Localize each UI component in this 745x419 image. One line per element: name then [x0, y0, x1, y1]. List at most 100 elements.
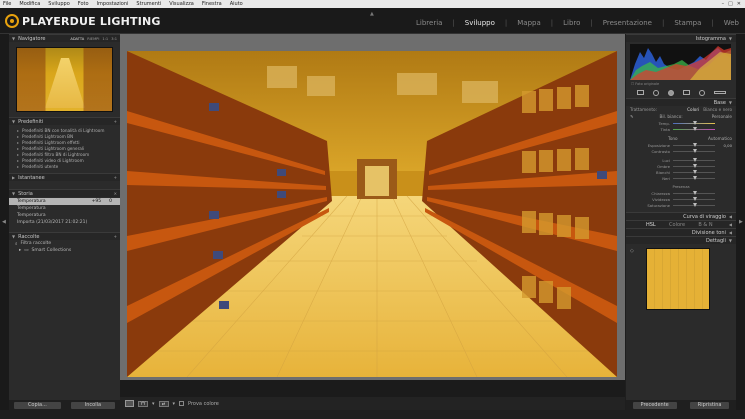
collections-header[interactable]: ▼ Raccolte +	[9, 232, 120, 240]
triangle-down-icon: ▼	[728, 238, 732, 243]
eyedropper-icon[interactable]: ✎	[630, 114, 634, 119]
zoom-3-1[interactable]: 3:1	[111, 37, 117, 41]
slider-knob[interactable]	[693, 148, 697, 153]
photo-preview[interactable]	[127, 51, 617, 377]
histogram[interactable]	[630, 44, 731, 80]
auto-tone-button[interactable]: Automatico	[708, 136, 732, 141]
saturation-slider[interactable]: Saturazione	[626, 202, 736, 208]
reset-button[interactable]: Ripristina	[689, 401, 730, 409]
smart-collections-folder[interactable]: ▸ ▭ Smart Collections	[9, 247, 120, 254]
clear-history-icon[interactable]: ✕	[114, 191, 117, 196]
detail-preview[interactable]	[645, 248, 710, 310]
window-controls: – □ ✕	[722, 1, 741, 7]
collapse-top-icon[interactable]: ▲	[370, 11, 374, 17]
menu-impostazioni[interactable]: Impostazioni	[97, 1, 129, 7]
target-icon[interactable]: ◇	[630, 248, 634, 254]
treatment-color-option[interactable]: Colori	[687, 107, 699, 112]
collapse-right-icon[interactable]: ▶	[739, 219, 743, 225]
menu-aiuto[interactable]: Aiuto	[230, 1, 243, 7]
hsl-header[interactable]: HSL Colore B & N ◀	[626, 220, 736, 228]
left-panel-edge[interactable]: ◀	[0, 34, 9, 410]
crop-tool-icon[interactable]	[636, 90, 644, 95]
split-toning-header[interactable]: Divisione toni ◀	[626, 228, 736, 236]
menu-modifica[interactable]: Modifica	[19, 1, 40, 7]
chevron-down-icon[interactable]: ▾	[173, 401, 176, 407]
paste-button[interactable]: Incolla	[70, 401, 116, 409]
supermarket-aisle-photo	[127, 51, 617, 377]
collapse-left-icon[interactable]: ◀	[2, 219, 6, 225]
history-list: Temperatura +95 0 Temperatura Temperatur…	[9, 197, 120, 226]
zoom-1-1[interactable]: 1:1	[102, 37, 108, 41]
preset-folder[interactable]: ▸ Predefiniti utente	[17, 163, 120, 169]
tint-slider[interactable]: Tinta	[626, 126, 736, 132]
before-after-icon[interactable]: YY	[138, 400, 148, 407]
history-header[interactable]: ▼ Storia ✕	[9, 189, 120, 197]
menu-finestra[interactable]: Finestra	[202, 1, 222, 7]
graduated-filter-icon[interactable]	[682, 90, 690, 95]
hsl-bw-tab[interactable]: B & N	[698, 222, 712, 228]
module-presentazione[interactable]: Presentazione	[603, 19, 652, 27]
add-snapshot-icon[interactable]: +	[114, 175, 117, 180]
loupe-view-icon[interactable]	[125, 400, 134, 407]
menu-sviluppo[interactable]: Sviluppo	[48, 1, 70, 7]
softproof-checkbox[interactable]	[179, 401, 185, 406]
tone-curve-header[interactable]: Curva di viraggio ◀	[626, 212, 736, 220]
menu-foto[interactable]: Foto	[78, 1, 89, 7]
minimize-icon[interactable]: –	[722, 1, 725, 7]
slider-knob[interactable]	[693, 142, 697, 147]
history-item[interactable]: Temperatura +95 0	[9, 198, 120, 205]
right-panel-edge[interactable]: ▶	[736, 34, 745, 410]
presets-header[interactable]: ▼ Predefiniti +	[9, 117, 120, 125]
slider-knob[interactable]	[693, 126, 697, 131]
module-mappa[interactable]: Mappa	[517, 19, 541, 27]
history-item[interactable]: Importa (21/03/2017 21:02:21)	[9, 219, 120, 226]
hsl-tab[interactable]: HSL	[646, 222, 656, 228]
right-panel: Istogramma ▼ ☐ Foto originale Base ▼ Tra…	[626, 34, 736, 410]
menu-visualizza[interactable]: Visualizza	[169, 1, 194, 7]
wb-select[interactable]: Personale	[712, 114, 732, 119]
add-preset-icon[interactable]: +	[114, 119, 117, 124]
previous-button[interactable]: Precedente	[632, 401, 677, 409]
navigator-header[interactable]: ▼ Navigatore ADATTA RIEMPI 1:1 3:1	[9, 34, 120, 42]
slider-knob[interactable]	[693, 175, 697, 180]
slider-knob[interactable]	[693, 157, 697, 162]
history-item[interactable]: Temperatura	[9, 205, 120, 212]
module-sviluppo[interactable]: Sviluppo	[465, 19, 495, 27]
hsl-color-tab[interactable]: Colore	[669, 222, 685, 228]
radial-filter-icon[interactable]	[698, 89, 705, 96]
module-libreria[interactable]: Libreria	[416, 19, 442, 27]
basic-header[interactable]: Base ▼	[626, 98, 736, 106]
contrast-slider[interactable]: Contrasto	[626, 148, 736, 154]
menu-strumenti[interactable]: Strumenti	[136, 1, 161, 7]
blacks-slider[interactable]: Neri	[626, 175, 736, 181]
add-collection-icon[interactable]: +	[114, 234, 117, 239]
detail-header[interactable]: Dettagli ▼	[626, 236, 736, 244]
adjustment-brush-icon[interactable]	[713, 91, 726, 94]
slider-knob[interactable]	[693, 120, 697, 125]
slider-knob[interactable]	[693, 202, 697, 207]
snapshots-header[interactable]: ▶ Istantanee +	[9, 173, 120, 181]
slider-knob[interactable]	[693, 190, 697, 195]
menu-file[interactable]: File	[3, 1, 11, 7]
triangle-down-icon: ▼	[728, 100, 732, 105]
history-item[interactable]: Temperatura	[9, 212, 120, 219]
zoom-fit[interactable]: ADATTA	[70, 37, 84, 41]
module-stampa[interactable]: Stampa	[674, 19, 701, 27]
chevron-down-icon[interactable]: ▾	[152, 401, 155, 407]
slider-knob[interactable]	[693, 196, 697, 201]
before-after-swap-icon[interactable]: ⇄	[158, 400, 169, 407]
filter-collections[interactable]: ⌕ Filtra raccolte	[9, 240, 120, 247]
treatment-bw-option[interactable]: Bianco e nero	[703, 107, 732, 112]
zoom-fill[interactable]: RIEMPI	[87, 37, 99, 41]
slider-knob[interactable]	[693, 169, 697, 174]
histogram-header[interactable]: Istogramma ▼	[626, 34, 736, 42]
module-libro[interactable]: Libro	[563, 19, 580, 27]
navigator-preview[interactable]	[16, 47, 113, 112]
maximize-icon[interactable]: □	[728, 1, 733, 7]
spot-removal-icon[interactable]	[652, 89, 659, 96]
red-eye-icon[interactable]	[667, 89, 674, 96]
slider-knob[interactable]	[693, 163, 697, 168]
copy-button[interactable]: Copia...	[13, 401, 61, 409]
close-icon[interactable]: ✕	[737, 1, 741, 7]
module-web[interactable]: Web	[724, 19, 739, 27]
